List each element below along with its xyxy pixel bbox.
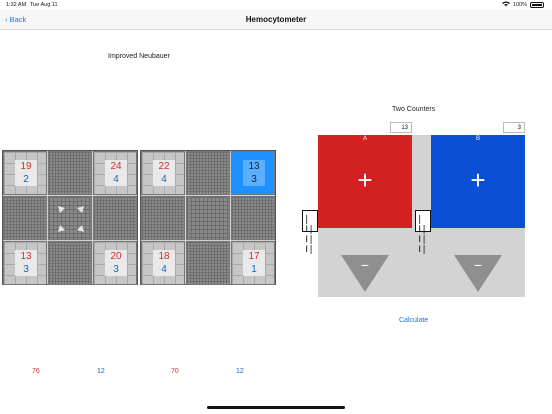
plus-icon: +	[470, 165, 486, 195]
left-square-top-left[interactable]: 19 2	[3, 151, 47, 195]
square-counts: 20 3	[105, 250, 127, 276]
home-indicator[interactable]	[207, 406, 345, 409]
count-b: 3	[113, 264, 119, 275]
right-square-bottom-right[interactable]: 17 1	[231, 241, 275, 285]
square-counts: 22 4	[153, 160, 175, 186]
status-right: 100%	[501, 1, 544, 9]
calculate-button[interactable]: Calculate	[399, 317, 428, 324]
counter-a-value: 13	[390, 122, 412, 133]
counter-b-tally-marks: |ǀ|ǀ|ǀ|	[415, 210, 431, 255]
count-a: 20	[110, 251, 122, 262]
minus-icon: −	[473, 257, 483, 273]
count-b: 4	[161, 174, 167, 185]
right-square-top-middle	[186, 151, 230, 195]
tally-icon: |ǀ|ǀ|ǀ|	[417, 215, 427, 255]
left-square-middle-left	[3, 196, 47, 240]
wifi-icon	[501, 1, 510, 9]
left-square-bottom-middle	[48, 241, 92, 285]
count-b: 3	[23, 264, 29, 275]
counter-b-decrement-button[interactable]: −	[454, 255, 502, 293]
right-square-bottom-left[interactable]: 18 4	[141, 241, 185, 285]
count-b: 4	[161, 264, 167, 275]
square-counts: 19 2	[15, 160, 37, 186]
square-counts: 13 3	[15, 250, 37, 276]
left-total-a: 76	[32, 368, 40, 375]
square-counts: 24 4	[105, 160, 127, 186]
page-title: Hemocytometer	[245, 15, 307, 24]
count-a: 19	[20, 161, 32, 172]
square-counts: 17 1	[243, 250, 265, 276]
status-time: 1:32 AM	[6, 2, 27, 8]
count-b: 2	[23, 174, 29, 185]
counter-b-value: 3	[503, 122, 525, 133]
counter-a-tally-marks: |ǀ|ǀ|ǀ|	[302, 210, 318, 255]
right-square-bottom-middle	[186, 241, 230, 285]
left-total-b: 12	[97, 368, 105, 375]
left-square-bottom-left[interactable]: 13 3	[3, 241, 47, 285]
square-counts: 13 3	[243, 160, 265, 186]
counter-b-increment-button[interactable]: B +	[431, 135, 525, 228]
left-square-center	[48, 196, 92, 240]
left-chamber-grid: 19 2 24 4 13 3 20 3	[2, 150, 138, 285]
status-date: Tue Aug 11	[30, 2, 58, 8]
plus-icon: +	[357, 165, 373, 195]
counter-a-increment-button[interactable]: A +	[318, 135, 412, 228]
right-square-top-left[interactable]: 22 4	[141, 151, 185, 195]
count-b: 4	[113, 174, 119, 185]
right-chamber-grid: 22 4 13 3 18 4 17 1	[140, 150, 276, 285]
right-square-top-right[interactable]: 13 3	[231, 151, 275, 195]
left-square-bottom-right[interactable]: 20 3	[93, 241, 137, 285]
count-a: 18	[158, 251, 170, 262]
count-a: 13	[20, 251, 32, 262]
count-a: 24	[110, 161, 122, 172]
right-square-middle-left	[141, 196, 185, 240]
count-a: 13	[248, 161, 260, 172]
right-square-middle-right	[231, 196, 275, 240]
left-square-middle-right	[93, 196, 137, 240]
square-counts: 18 4	[153, 250, 175, 276]
grid-type-label: Improved Neubauer	[108, 53, 170, 60]
battery-icon	[530, 2, 544, 8]
minus-icon: −	[360, 257, 370, 273]
count-b: 3	[251, 174, 257, 185]
right-square-center	[186, 196, 230, 240]
count-b: 1	[251, 264, 257, 275]
left-square-top-right[interactable]: 24 4	[93, 151, 137, 195]
counter-a-decrement-button[interactable]: −	[341, 255, 389, 293]
count-a: 22	[158, 161, 170, 172]
tally-icon: |ǀ|ǀ|ǀ|	[304, 215, 314, 255]
counters-title: Two Counters	[392, 106, 436, 113]
counter-b-label: B	[475, 136, 480, 142]
status-bar: 1:32 AM Tue Aug 11 100%	[0, 0, 552, 10]
right-total-a: 70	[171, 368, 179, 375]
right-total-b: 12	[236, 368, 244, 375]
counter-a-label: A	[362, 136, 367, 142]
expand-arrows-icon	[58, 206, 84, 232]
battery-percent: 100%	[512, 2, 527, 8]
left-square-top-middle	[48, 151, 92, 195]
count-a: 17	[248, 251, 260, 262]
